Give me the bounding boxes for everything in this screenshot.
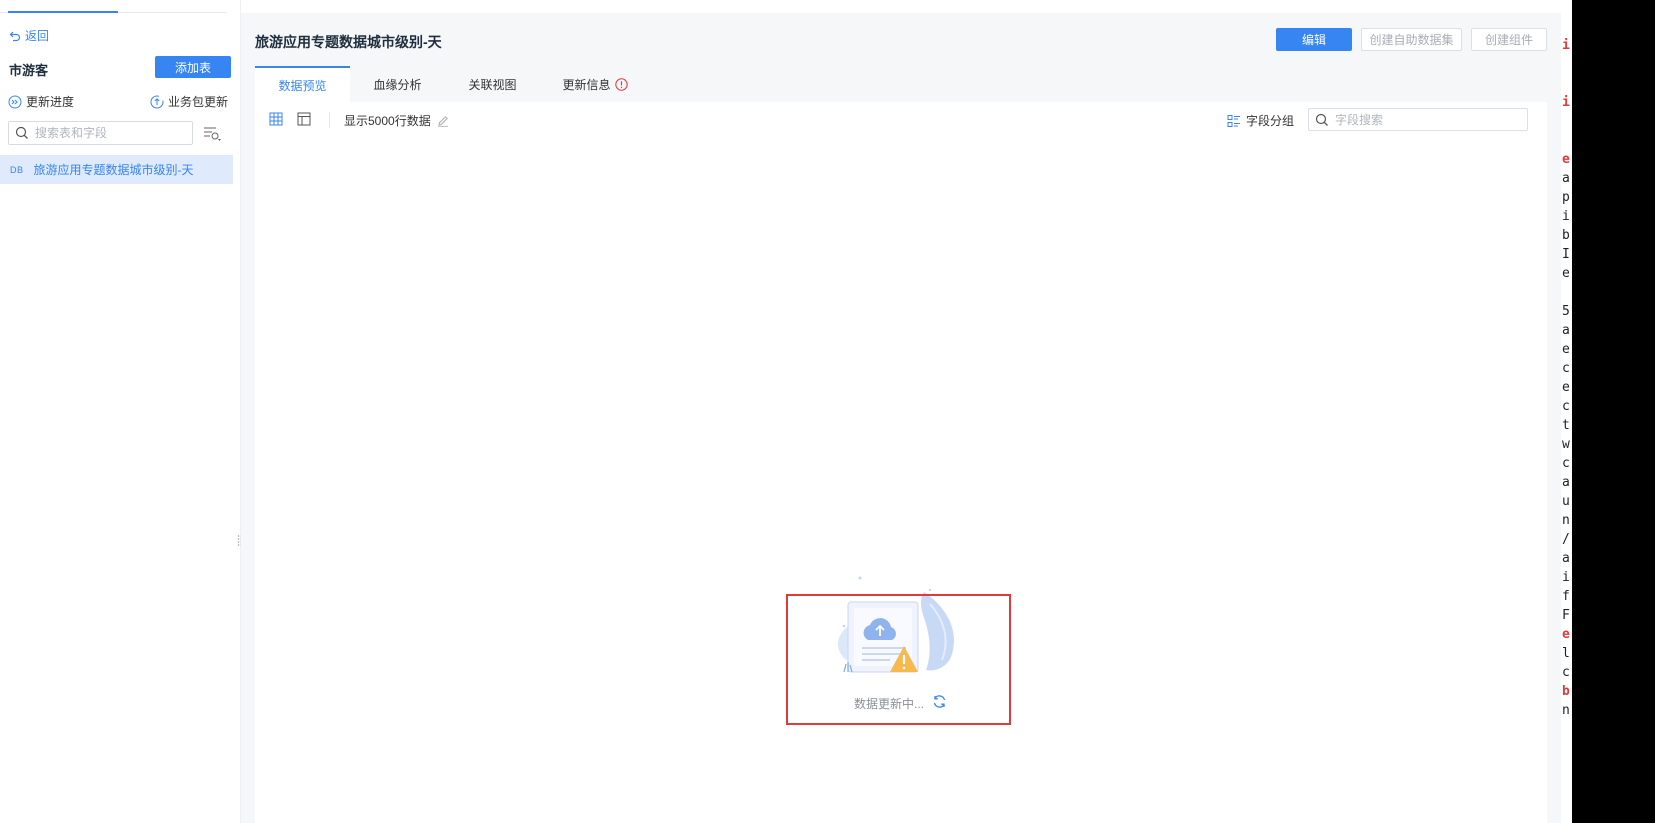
- terminal-text-column: i i e a p i b Ie 5 a e c e c t w c a u n / a i f Fe l c b n: [1562, 0, 1572, 823]
- back-link[interactable]: 返回: [9, 27, 49, 44]
- terminal-line: c: [1562, 399, 1570, 414]
- tab-bar: 数据预览 血缘分析 关联视图 更新信息: [255, 66, 1547, 102]
- update-progress-label: 更新进度: [26, 95, 75, 109]
- terminal-line: b: [1562, 684, 1570, 699]
- rows-count-setting[interactable]: 显示5000行数据: [344, 112, 449, 129]
- rows-count-label: 显示5000行数据: [344, 114, 431, 128]
- sidebar-active-tab-indicator: [8, 11, 118, 13]
- terminal-line: a: [1562, 171, 1570, 186]
- add-table-button[interactable]: 添加表: [155, 56, 231, 78]
- terminal-line: e: [1562, 266, 1570, 281]
- table-view-toggle[interactable]: [269, 112, 283, 126]
- terminal-line: e: [1562, 627, 1570, 642]
- update-progress-link[interactable]: 更新进度: [8, 93, 74, 110]
- pencil-edit-icon: [437, 115, 448, 127]
- table-field-search[interactable]: [8, 121, 193, 145]
- terminal-line: a: [1562, 323, 1570, 338]
- terminal-line: e: [1562, 380, 1570, 395]
- tab-label: 血缘分析: [373, 77, 422, 92]
- terminal-line: /: [1562, 532, 1570, 547]
- terminal-line: a: [1562, 551, 1570, 566]
- tab-update-info[interactable]: 更新信息: [540, 66, 650, 102]
- layout-icon: [297, 112, 311, 126]
- package-update-label: 业务包更新: [168, 95, 229, 109]
- tab-label: 关联视图: [468, 77, 517, 92]
- filter-sort-button[interactable]: [202, 124, 224, 144]
- highlight-annotation-box: [786, 594, 1011, 725]
- terminal-line: i: [1562, 38, 1570, 53]
- tab-relation-view[interactable]: 关联视图: [445, 66, 540, 102]
- terminal-line: a: [1562, 475, 1570, 490]
- field-group-label: 字段分组: [1246, 114, 1295, 128]
- db-tag-icon: DB: [10, 164, 24, 175]
- layout-view-toggle[interactable]: [297, 112, 311, 126]
- terminal-line: e: [1562, 152, 1570, 167]
- terminal-line: F: [1562, 608, 1570, 623]
- grid-icon: [269, 112, 283, 126]
- terminal-line: n: [1562, 703, 1570, 718]
- field-search[interactable]: [1308, 108, 1528, 131]
- terminal-line: i: [1562, 95, 1570, 110]
- terminal-line: c: [1562, 665, 1570, 680]
- terminal-line: b: [1562, 228, 1570, 243]
- terminal-line: I: [1562, 247, 1570, 262]
- search-icon: [15, 126, 28, 139]
- info-warning-icon: [614, 77, 628, 91]
- filter-list-icon: [204, 127, 221, 141]
- left-sidebar: 返回 市游客 添加表 更新进度 业务包更新 DB 旅游应用专题数据城市级别-天: [0, 0, 240, 823]
- terminal-line: w: [1562, 437, 1570, 452]
- terminal-line: l: [1562, 646, 1570, 661]
- field-group-button[interactable]: 字段分组: [1227, 112, 1294, 129]
- tab-lineage-analysis[interactable]: 血缘分析: [350, 66, 445, 102]
- terminal-line: t: [1562, 418, 1570, 433]
- create-component-button[interactable]: 创建组件: [1471, 28, 1547, 51]
- terminal-line: i: [1562, 570, 1570, 585]
- table-field-search-input[interactable]: [35, 126, 185, 140]
- terminal-line: e: [1562, 342, 1570, 357]
- upload-refresh-icon: [150, 95, 164, 108]
- create-self-dataset-button[interactable]: 创建自助数据集: [1361, 28, 1462, 51]
- terminal-line: u: [1562, 494, 1570, 509]
- field-search-input[interactable]: [1335, 112, 1515, 127]
- terminal-black-area: [1572, 0, 1655, 823]
- search-icon: [1315, 113, 1328, 126]
- terminal-line: p: [1562, 190, 1570, 205]
- package-title: 市游客: [9, 63, 49, 78]
- tab-label: 更新信息: [562, 77, 611, 92]
- progress-icon: [8, 95, 22, 108]
- back-arrow-icon: [9, 31, 21, 41]
- tab-label: 数据预览: [278, 78, 327, 93]
- terminal-line: c: [1562, 456, 1570, 471]
- package-update-link[interactable]: 业务包更新: [150, 93, 228, 110]
- terminal-line: n: [1562, 513, 1570, 528]
- terminal-line: 5: [1562, 304, 1570, 319]
- edit-button[interactable]: 编辑: [1276, 28, 1352, 51]
- tab-data-preview[interactable]: 数据预览: [255, 66, 350, 102]
- terminal-line: f: [1562, 589, 1570, 604]
- terminal-line: c: [1562, 361, 1570, 376]
- sidebar-table-item[interactable]: DB 旅游应用专题数据城市级别-天: [0, 155, 233, 184]
- page-title: 旅游应用专题数据城市级别-天: [255, 34, 442, 50]
- terminal-line: i: [1562, 209, 1570, 224]
- back-label: 返回: [25, 29, 50, 43]
- field-group-icon: [1227, 114, 1240, 127]
- toolbar-divider: [329, 112, 330, 128]
- table-item-label: 旅游应用专题数据城市级别-天: [33, 163, 194, 177]
